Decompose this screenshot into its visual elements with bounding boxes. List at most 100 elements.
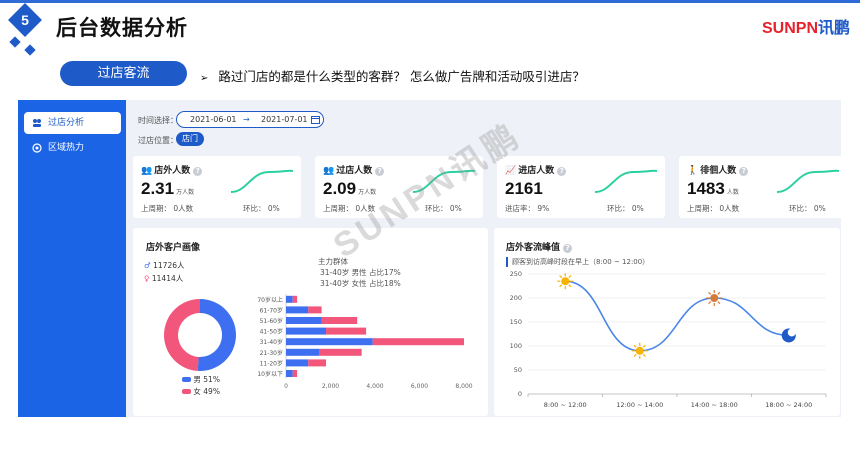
age-tick-label: 10岁以下 xyxy=(257,370,283,378)
people-icon: 👥 xyxy=(141,166,153,176)
card-title-text: 徘徊人数 xyxy=(700,166,737,176)
sun-icon xyxy=(561,277,570,286)
sidebar-item-label: 过店分析 xyxy=(48,118,85,128)
help-icon[interactable]: ? xyxy=(375,167,385,176)
sidebar-item-heatmap[interactable]: 区域热力 xyxy=(24,137,121,159)
card-title-text: 进店人数 xyxy=(518,166,555,176)
people-icon: 👥 xyxy=(323,166,335,176)
slide-title: 后台数据分析 xyxy=(56,16,188,40)
sun-marker xyxy=(706,290,723,306)
x-tick-label: 8:00 ~ 12:00 xyxy=(544,401,587,409)
card-title: 📈 进店人数? xyxy=(505,163,567,176)
card-enter-rate: 进店率： 9% xyxy=(505,204,550,213)
x-tick-label: 14:00 ~ 18:00 xyxy=(691,401,738,409)
calendar-icon xyxy=(311,116,320,124)
moon-marker xyxy=(781,328,796,343)
peak-title: 店外客流峰值 ? xyxy=(506,240,573,253)
card-unit: 人数 xyxy=(726,189,739,196)
age-tick-label: 51-60岁 xyxy=(260,317,283,325)
card-enter-count: 📈 进店人数? 2161 进店率： 9% 环比： 0% xyxy=(497,156,665,218)
age-tick-label: 61-70岁 xyxy=(260,306,283,314)
card-value: 1483 人数 xyxy=(687,179,739,199)
age-bar-male xyxy=(286,317,322,324)
x-tick-label: 8,000 xyxy=(455,383,472,390)
section-pill: 过店客流 xyxy=(60,61,187,86)
card-outside-count: 👥 店外人数? 2.31 万人数 上周期： 0人数 环比： 0% xyxy=(133,156,301,218)
card-linger-count: 🚶 徘徊人数? 1483 人数 上周期： 0人数 环比： 0% xyxy=(679,156,847,218)
sun-ray xyxy=(633,344,637,348)
sun-ray xyxy=(717,301,721,305)
walker-icon: 🚶 xyxy=(687,166,699,176)
gender-donut-chart xyxy=(164,299,237,371)
decor-diamond xyxy=(9,36,21,48)
card-last-period: 上周期： 0人数 xyxy=(687,204,740,213)
sidebar-item-label: 区域热力 xyxy=(48,143,85,153)
arrow-bullet-icon: ➢ xyxy=(200,73,209,84)
sun-ray xyxy=(633,353,637,357)
sparkline xyxy=(594,169,658,193)
sun-marker xyxy=(557,273,574,290)
sun-ray xyxy=(568,275,572,279)
age-bar-female xyxy=(292,295,298,303)
location-tag[interactable]: 店门 xyxy=(176,132,204,146)
y-tick-label: 100 xyxy=(510,342,522,350)
card-mom: 环比： 0% xyxy=(789,204,826,213)
sun-ray xyxy=(559,284,563,288)
card-value-number: 1483 xyxy=(687,179,725,198)
age-bar-female xyxy=(372,338,464,346)
legend-swatch-female xyxy=(182,389,191,394)
donut-slice-male xyxy=(197,299,237,371)
chart-icon: 📈 xyxy=(505,166,517,176)
card-last-period: 上周期： 0人数 xyxy=(141,204,194,213)
female-count: ♀ 11414人 xyxy=(144,273,183,284)
age-bar-female xyxy=(292,370,298,377)
date-end: 2021-07-01 xyxy=(261,115,308,124)
x-tick-label: 18:00 ~ 24:00 xyxy=(765,401,812,409)
help-icon[interactable]: ? xyxy=(563,244,573,253)
peak-line xyxy=(565,280,789,352)
age-bar-female xyxy=(308,306,322,314)
age-bar-male xyxy=(286,327,327,335)
card-title-text: 店外人数 xyxy=(154,166,191,176)
legend-male-label: 男 xyxy=(193,375,201,384)
main-group-male: 31-40岁 男性 占比17% xyxy=(320,268,401,277)
x-tick-label: 6,000 xyxy=(411,383,428,390)
sidebar-item-pass-analysis[interactable]: 过店分析 xyxy=(24,112,121,134)
logo-text-xunpeng: 讯鹏 xyxy=(818,20,851,37)
question-text: 路过门店的都是什么类型的客群？ 怎么做广告牌和活动吸引进店？ xyxy=(218,69,585,84)
card-title: 👥 店外人数? xyxy=(141,163,203,176)
x-tick-label: 2,000 xyxy=(322,383,339,390)
date-range-picker[interactable]: 2021-06-01 → 2021-07-01 xyxy=(176,111,324,128)
peak-line-chart: 0 50 100 150 200 250 8:00 ~ 12:00 12:00 ~ 14:00… xyxy=(510,270,827,409)
people-icon xyxy=(33,119,41,127)
legend-swatch-male xyxy=(182,377,191,382)
card-title: 👥 过店人数? xyxy=(323,163,385,176)
y-tick-label: 250 xyxy=(510,270,522,278)
age-tick-label: 11-20岁 xyxy=(260,359,283,367)
age-bar-female xyxy=(321,317,358,324)
sun-icon xyxy=(635,346,644,355)
time-filter-label: 时间选择： xyxy=(138,116,178,125)
help-icon[interactable]: ? xyxy=(557,167,567,176)
x-tick-label: 0 xyxy=(284,383,288,390)
sun-icon xyxy=(710,294,719,302)
sun-ray xyxy=(708,291,712,295)
legend-female: 女 49% xyxy=(182,386,220,397)
sun-ray xyxy=(717,291,721,295)
age-bar-male xyxy=(286,338,373,346)
legend-female-pct: 49% xyxy=(203,387,220,396)
sparkline xyxy=(230,169,294,193)
sun-ray xyxy=(642,344,646,348)
age-tick-label: 70岁以上 xyxy=(257,296,283,304)
y-tick-label: 0 xyxy=(518,390,522,398)
moon-cutout xyxy=(787,328,796,337)
card-mom: 环比： 0% xyxy=(607,204,644,213)
x-tick-label: 12:00 ~ 14:00 xyxy=(616,401,663,409)
male-count: ♂ 11726人 xyxy=(144,260,184,271)
age-tick-label: 41-50岁 xyxy=(260,328,283,336)
help-icon[interactable]: ? xyxy=(739,167,749,176)
help-icon[interactable]: ? xyxy=(193,167,203,176)
age-bar-male xyxy=(286,348,320,356)
portrait-title: 店外客户画像 xyxy=(146,243,201,253)
peak-subtitle: 顾客到访高峰时段在早上（8:00 ~ 12:00） xyxy=(506,257,649,267)
